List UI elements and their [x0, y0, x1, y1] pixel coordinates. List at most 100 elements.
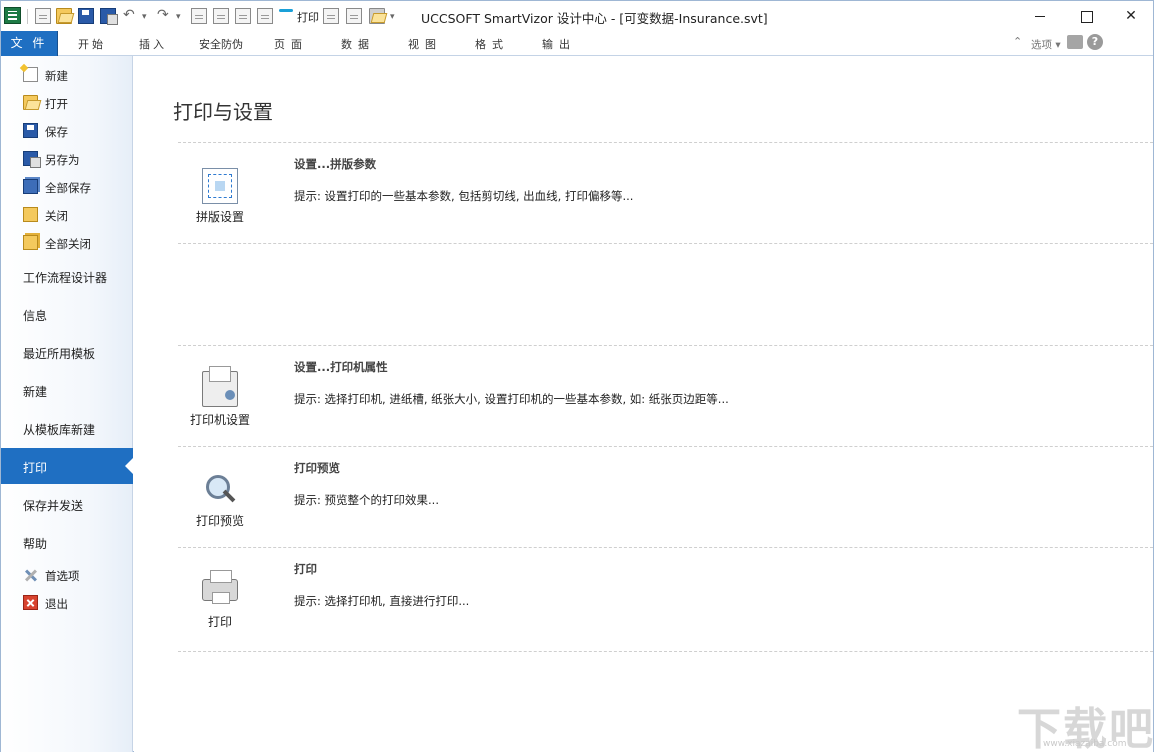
qa-save-as-icon[interactable]	[100, 8, 116, 24]
tab-file[interactable]: 文 件	[1, 31, 58, 56]
nav-tab-label: 帮助	[23, 535, 47, 552]
nav-tab-label: 工作流程设计器	[23, 269, 107, 286]
option-print[interactable]: 打印 打印 提示: 选择打印机, 直接进行打印...	[178, 549, 1153, 649]
print-settings-panel: 打印与设置 拼版设置 设置...拼版参数 提示: 设置打印的一些基本参数, 包括…	[134, 56, 1153, 752]
divider	[178, 345, 1153, 346]
ribbon-pin-icon[interactable]	[1067, 35, 1083, 49]
nav-new[interactable]: 新建	[1, 62, 133, 88]
nav-tab-help[interactable]: 帮助	[1, 524, 133, 560]
option-label: 打印	[178, 613, 262, 630]
tab-insert[interactable]: 插入	[139, 36, 167, 52]
tab-security[interactable]: 安全防伪	[199, 36, 243, 52]
nav-close-all[interactable]: 全部关闭	[1, 230, 133, 256]
qa-customize-dropdown-icon[interactable]: ▾	[390, 8, 395, 26]
app-icon[interactable]	[4, 7, 21, 24]
nav-tab-label: 最近所用模板	[23, 345, 95, 362]
option-description: 提示: 选择打印机, 进纸槽, 纸张大小, 设置打印机的一些基本参数, 如: 纸…	[294, 391, 729, 407]
qa-undo-icon[interactable]: ↶	[123, 6, 135, 24]
nav-tab-label: 新建	[23, 383, 47, 400]
divider	[178, 142, 1153, 143]
nav-save[interactable]: 保存	[1, 118, 133, 144]
divider	[178, 547, 1153, 548]
option-printer-settings[interactable]: 打印机设置 设置...打印机属性 提示: 选择打印机, 进纸槽, 纸张大小, 设…	[178, 347, 1153, 447]
option-label: 拼版设置	[178, 208, 262, 225]
qa-save-icon[interactable]	[78, 8, 94, 24]
qa-print-button[interactable]: 打印	[297, 9, 319, 25]
nav-close[interactable]: 关闭	[1, 202, 133, 228]
nav-open-label: 打开	[45, 96, 68, 112]
nav-tab-save-and-send[interactable]: 保存并发送	[1, 486, 133, 522]
save-all-icon	[23, 179, 38, 194]
tab-home[interactable]: 开始	[78, 36, 106, 52]
option-title: 设置...拼版参数	[294, 156, 376, 172]
page-title: 打印与设置	[173, 96, 273, 125]
tab-view[interactable]: 视图	[408, 36, 442, 52]
nav-save-as[interactable]: 另存为	[1, 146, 133, 172]
nav-tab-label: 打印	[23, 459, 47, 476]
nav-save-as-label: 另存为	[45, 152, 80, 168]
maximize-button[interactable]	[1063, 1, 1109, 31]
nav-open[interactable]: 打开	[1, 90, 133, 116]
new-icon	[23, 67, 38, 82]
nav-tab-new-from-template[interactable]: 从模板库新建	[1, 410, 133, 446]
qa-redo-dropdown-icon[interactable]: ▾	[176, 8, 181, 26]
nav-save-all-label: 全部保存	[45, 180, 91, 196]
option-title: 设置...打印机属性	[294, 359, 388, 375]
nav-tab-label: 保存并发送	[23, 497, 83, 514]
ribbon-collapse-icon[interactable]: ⌃	[1013, 35, 1022, 48]
qa-layout-icon[interactable]	[235, 8, 251, 24]
nav-tab-print[interactable]: 打印	[1, 448, 133, 484]
preferences-icon	[23, 567, 38, 582]
nav-close-label: 关闭	[45, 208, 68, 224]
qa-separator	[27, 9, 28, 24]
magnifier-icon	[202, 472, 238, 508]
ribbon-tab-bar: 文 件 开始 插入 安全防伪 页面 数据 视图 格式 输出 ⌃ 选项 ▾ ?	[1, 31, 1153, 56]
option-imposition-settings[interactable]: 拼版设置 设置...拼版参数 提示: 设置打印的一些基本参数, 包括剪切线, 出…	[178, 144, 1153, 244]
qa-printer-icon[interactable]	[369, 8, 385, 24]
nav-new-label: 新建	[45, 68, 68, 84]
nav-save-all[interactable]: 全部保存	[1, 174, 133, 200]
minimize-button[interactable]	[1017, 1, 1063, 31]
nav-tab-workflow-designer[interactable]: 工作流程设计器	[1, 258, 133, 294]
imposition-icon	[202, 168, 238, 204]
qa-copy-icon[interactable]	[323, 8, 339, 24]
qa-grid-icon[interactable]	[257, 8, 273, 24]
option-label: 打印预览	[178, 512, 262, 529]
tab-page[interactable]: 页面	[274, 36, 308, 52]
nav-tab-label: 从模板库新建	[23, 421, 95, 438]
save-as-icon	[23, 151, 38, 166]
qa-open-icon[interactable]	[56, 8, 72, 24]
tab-format[interactable]: 格式	[475, 36, 509, 52]
qa-new-icon[interactable]	[35, 8, 51, 24]
tab-output[interactable]: 输出	[542, 36, 576, 52]
application-window: ↶ ▾ ↷ ▾ 打印 ▾ UCCSOFT SmartVizor 设计中心 - […	[0, 0, 1154, 752]
nav-tab-info[interactable]: 信息	[1, 296, 133, 332]
qa-page-icon[interactable]	[191, 8, 207, 24]
nav-exit[interactable]: 退出	[1, 590, 133, 616]
nav-tab-label: 信息	[23, 307, 47, 324]
save-icon	[23, 123, 38, 138]
qa-undo-dropdown-icon[interactable]: ▾	[142, 8, 147, 26]
nav-tab-new[interactable]: 新建	[1, 372, 133, 408]
close-all-icon	[23, 235, 38, 250]
close-button[interactable]: ✕	[1108, 1, 1154, 31]
divider	[178, 446, 1153, 447]
title-bar: ↶ ▾ ↷ ▾ 打印 ▾ UCCSOFT SmartVizor 设计中心 - […	[1, 1, 1153, 31]
nav-preferences[interactable]: 首选项	[1, 562, 133, 588]
help-icon[interactable]: ?	[1087, 34, 1103, 50]
tab-data[interactable]: 数据	[341, 36, 375, 52]
nav-close-all-label: 全部关闭	[45, 236, 91, 252]
ribbon-options-button[interactable]: 选项 ▾	[1031, 37, 1061, 52]
divider	[178, 243, 1153, 244]
printer-icon	[202, 579, 238, 601]
option-description: 提示: 设置打印的一些基本参数, 包括剪切线, 出血线, 打印偏移等...	[294, 188, 633, 204]
option-title: 打印	[294, 561, 317, 577]
qa-edit-icon[interactable]	[213, 8, 229, 24]
qa-preview-icon[interactable]	[346, 8, 362, 24]
option-print-preview[interactable]: 打印预览 打印预览 提示: 预览整个的打印效果...	[178, 448, 1153, 548]
option-label: 打印机设置	[178, 411, 262, 428]
nav-tab-recent-templates[interactable]: 最近所用模板	[1, 334, 133, 370]
qa-print-accent	[279, 9, 293, 12]
nav-save-label: 保存	[45, 124, 68, 140]
qa-redo-icon[interactable]: ↷	[157, 6, 169, 24]
